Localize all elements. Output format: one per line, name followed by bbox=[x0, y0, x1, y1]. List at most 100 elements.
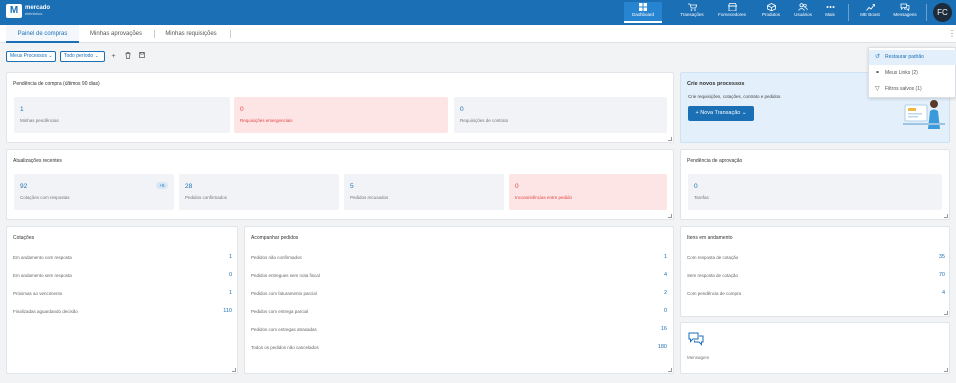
resize-handle[interactable] bbox=[668, 137, 672, 141]
nav-dashboard-label: Dashboard bbox=[631, 12, 654, 17]
orders-row-label[interactable]: Todos os pedidos não cancelados bbox=[251, 345, 319, 350]
approval-pending-card: Pendência de aprovação 0 Tarefas bbox=[680, 149, 950, 220]
illustration-icon bbox=[903, 100, 945, 129]
orders-row-value[interactable]: 0 bbox=[637, 308, 667, 314]
messages-card[interactable]: Mensagem bbox=[680, 322, 950, 374]
process-filter-value: Meus Processos bbox=[10, 53, 47, 59]
resize-handle[interactable] bbox=[668, 368, 672, 372]
nav-transacoes[interactable]: Transações bbox=[673, 2, 711, 23]
orders-row-label[interactable]: Pedidos com faturamento parcial bbox=[251, 291, 317, 296]
orders-row-value[interactable]: 1 bbox=[637, 254, 667, 260]
filter-icon: ▽ bbox=[875, 86, 880, 92]
track-orders-card: Acompanhar pedidos Pedidos não confirmad… bbox=[244, 226, 674, 374]
track-orders-title: Acompanhar pedidos bbox=[251, 235, 299, 241]
stat-inconsistencias[interactable]: 0 Inconsistências entre pedido bbox=[509, 174, 667, 210]
chevron-down-icon: ⌄ bbox=[48, 53, 53, 59]
chevron-down-icon: ⌄ bbox=[741, 110, 747, 116]
nav-me-boost[interactable]: ME Boost bbox=[851, 2, 889, 23]
nav-mais[interactable]: Mais bbox=[811, 2, 849, 23]
nav-dashboard[interactable]: Dashboard bbox=[624, 2, 662, 23]
new-transaction-button[interactable]: + Nova Transação ⌄ bbox=[688, 106, 754, 121]
restore-default-item[interactable]: ↺ Restaurar padrão bbox=[869, 50, 956, 65]
tabs-bar: Painel de compras Minhas aprovações Minh… bbox=[0, 25, 956, 43]
orders-row-value[interactable]: 2 bbox=[637, 290, 667, 296]
nav-fornecedores[interactable]: Fornecedores bbox=[713, 2, 751, 23]
saved-filters-label: Filtros salvos (1) bbox=[885, 86, 922, 92]
stat-minhas-pendencias[interactable]: 1 Minhas pendências bbox=[14, 97, 230, 133]
stat-value: 1 bbox=[20, 106, 24, 113]
options-menu-icon[interactable]: ⋮ bbox=[948, 29, 956, 38]
nav-divider bbox=[848, 4, 849, 21]
stat-pedidos-recusados[interactable]: 5 Pedidos recusados bbox=[344, 174, 504, 210]
chart-icon bbox=[865, 4, 875, 11]
nav-mensagens[interactable]: Mensagens bbox=[886, 2, 924, 23]
tab-minhas-aprovacoes[interactable]: Minhas aprovações bbox=[80, 25, 152, 43]
options-dropdown: ↺ Restaurar padrão ⚭ Meus Links (2) ▽ Fi… bbox=[868, 47, 956, 98]
stat-value: 0 bbox=[240, 106, 244, 113]
nav-transacoes-label: Transações bbox=[680, 12, 704, 17]
resize-handle[interactable] bbox=[944, 311, 948, 315]
quotes-row-value[interactable]: 1 bbox=[202, 254, 232, 260]
period-filter-value: Todo período bbox=[64, 53, 94, 59]
items-row-value[interactable]: 35 bbox=[915, 254, 945, 260]
chat-icon bbox=[900, 3, 910, 11]
stat-value: 0 bbox=[460, 106, 464, 113]
save-icon[interactable] bbox=[137, 52, 146, 61]
link-icon: ⚭ bbox=[875, 70, 881, 76]
items-row-value[interactable]: 4 bbox=[915, 290, 945, 296]
brand-logo[interactable]: M mercado eletrônico bbox=[6, 4, 50, 18]
stat-tarefas[interactable]: 0 Tarefas bbox=[688, 174, 942, 210]
resize-handle[interactable] bbox=[668, 214, 672, 218]
resize-handle[interactable] bbox=[944, 368, 948, 372]
stat-value: 28 bbox=[185, 183, 193, 190]
top-navbar: M mercado eletrônico Dashboard Transaçõe… bbox=[0, 0, 956, 25]
stat-requisicoes-emergenciais[interactable]: 0 Requisições emergenciais bbox=[234, 97, 448, 133]
recent-updates-card: Atualizações recentes 92 Cotações com re… bbox=[6, 149, 674, 220]
logo-mark-icon: M bbox=[6, 4, 22, 18]
stat-label: Tarefas bbox=[694, 195, 709, 200]
stat-cotacoes-respostas[interactable]: 92 Cotações com respostas +5 bbox=[14, 174, 174, 210]
quotes-row-label[interactable]: Finalizadas aguardando decisão bbox=[13, 309, 78, 314]
quotes-row-label[interactable]: Em andamento com resposta bbox=[13, 255, 72, 260]
stat-requisicoes-contrato[interactable]: 0 Requisições de contrato bbox=[454, 97, 667, 133]
quotes-row-label[interactable]: Próximas ao vencimento bbox=[13, 291, 62, 296]
orders-row-value[interactable]: 4 bbox=[637, 272, 667, 278]
user-avatar[interactable]: FC bbox=[933, 3, 952, 22]
quotes-card: Cotações Em andamento com resposta 1 Em … bbox=[6, 226, 238, 374]
items-row-value[interactable]: 70 bbox=[915, 272, 945, 278]
stat-pedidos-confirmados[interactable]: 28 Pedidos confirmados bbox=[179, 174, 339, 210]
stat-value: 0 bbox=[515, 183, 519, 190]
orders-row-label[interactable]: Pedidos com entregas atrasadas bbox=[251, 327, 317, 332]
nav-mais-label: Mais bbox=[825, 12, 835, 17]
period-filter-select[interactable]: Todo período ⌄ bbox=[60, 51, 105, 62]
store-icon bbox=[727, 3, 737, 11]
quotes-row-label[interactable]: Em andamento sem resposta bbox=[13, 273, 72, 278]
dashboard-icon bbox=[639, 3, 647, 11]
add-widget-icon[interactable]: + bbox=[109, 52, 118, 61]
stat-value: 92 bbox=[20, 183, 28, 190]
resize-handle[interactable] bbox=[232, 368, 236, 372]
quotes-row-value[interactable]: 0 bbox=[202, 272, 232, 278]
items-row-label[interactable]: Com pendência de compra bbox=[687, 291, 741, 296]
orders-row-value[interactable]: 180 bbox=[637, 344, 667, 350]
nav-fornecedores-label: Fornecedores bbox=[718, 12, 746, 17]
orders-row-value[interactable]: 16 bbox=[637, 326, 667, 332]
tab-minhas-requisicoes[interactable]: Minhas requisições bbox=[155, 25, 227, 43]
orders-row-label[interactable]: Pedidos entregues sem nota fiscal bbox=[251, 273, 320, 278]
quotes-row-value[interactable]: 110 bbox=[202, 308, 232, 314]
items-row-label[interactable]: Sem resposta de cotação bbox=[687, 273, 738, 278]
cart-icon bbox=[687, 3, 697, 11]
trash-icon[interactable] bbox=[123, 52, 132, 61]
items-row-label[interactable]: Com resposta de cotação bbox=[687, 255, 738, 260]
resize-handle[interactable] bbox=[944, 214, 948, 218]
quotes-row-value[interactable]: 1 bbox=[202, 290, 232, 296]
chat-icon bbox=[688, 332, 704, 346]
my-links-item[interactable]: ⚭ Meus Links (2) bbox=[869, 66, 956, 81]
new-count-badge: +5 bbox=[156, 182, 168, 189]
my-links-label: Meus Links (2) bbox=[885, 70, 918, 76]
tab-painel-de-compras[interactable]: Painel de compras bbox=[6, 25, 79, 43]
orders-row-label[interactable]: Pedidos com entrega parcial bbox=[251, 309, 308, 314]
orders-row-label[interactable]: Pedidos não confirmados bbox=[251, 255, 302, 260]
process-filter-select[interactable]: Meus Processos ⌄ bbox=[6, 51, 56, 62]
saved-filters-item[interactable]: ▽ Filtros salvos (1) bbox=[869, 82, 956, 97]
